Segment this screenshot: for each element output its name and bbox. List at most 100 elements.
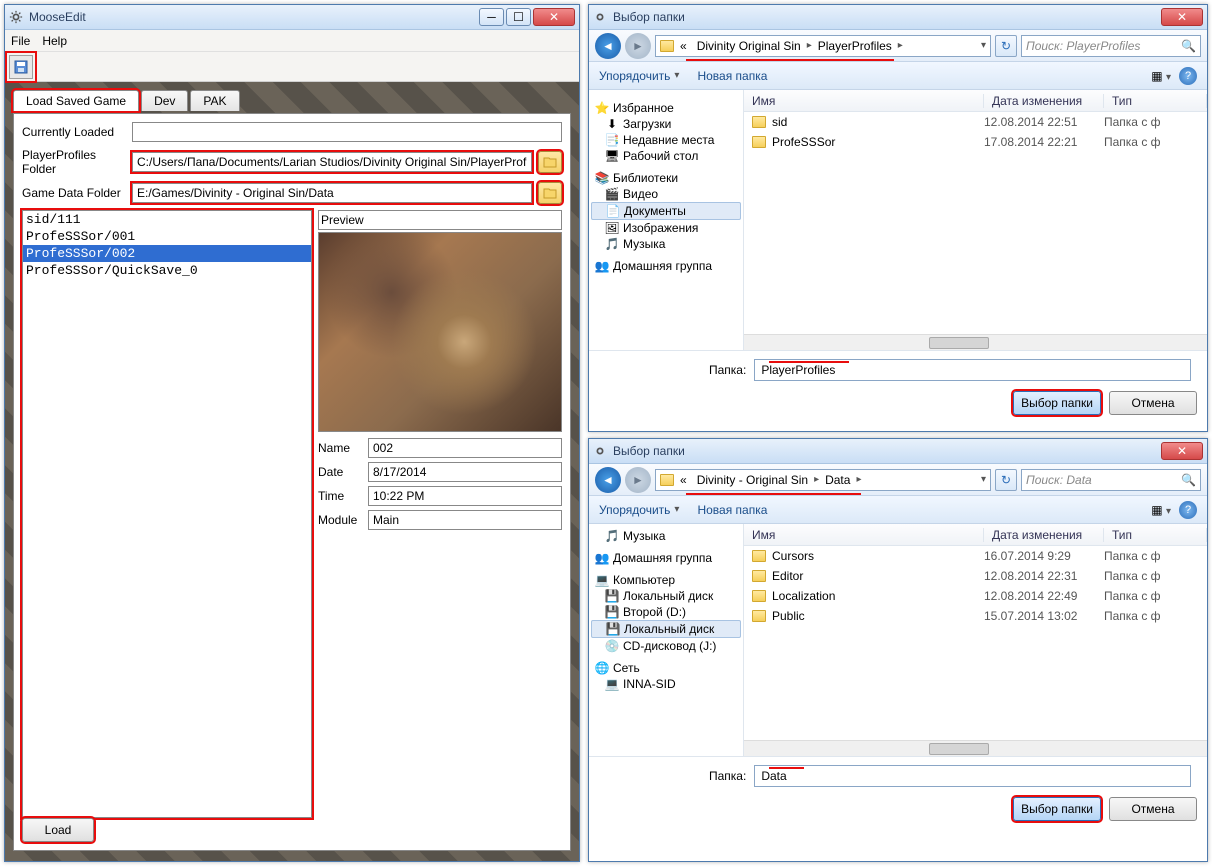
help-button[interactable]: ? [1179,67,1197,85]
horizontal-scrollbar[interactable] [744,334,1207,350]
save-list-item[interactable]: ProfeSSSor/001 [23,228,311,245]
currently-loaded-input[interactable] [132,122,562,142]
refresh-button[interactable]: ↻ [995,469,1017,491]
tree-downloads[interactable]: Загрузки [623,117,671,131]
detail-time-input[interactable] [368,486,562,506]
tree-video[interactable]: Видео [623,187,658,201]
tree-network[interactable]: Сеть [613,661,640,675]
dialog2-tree[interactable]: 🎵Музыка 👥Домашняя группа 💻Компьютер 💾Лок… [589,524,744,756]
back-button[interactable]: ◄ [595,33,621,59]
tree-images[interactable]: Изображения [623,221,698,235]
detail-name-input[interactable] [368,438,562,458]
tree-localdisk2[interactable]: Локальный диск [624,622,714,636]
save-list-item[interactable]: sid/111 [23,211,311,228]
list-item[interactable]: Editor12.08.2014 22:31Папка с ф [744,566,1207,586]
tab-pak[interactable]: PAK [190,90,239,111]
tree-homegroup[interactable]: Домашняя группа [613,259,712,273]
computer-icon: 💻 [595,573,609,587]
organize-button[interactable]: Упорядочить ▾ [599,69,679,83]
forward-button[interactable]: ► [625,33,651,59]
select-folder-button[interactable]: Выбор папки [1013,391,1101,415]
new-folder-button[interactable]: Новая папка [697,503,767,517]
browse-game-data-button[interactable] [538,182,562,204]
folder-input[interactable] [754,765,1191,787]
chevron-down-icon[interactable]: ▾ [981,40,986,51]
dialog1-search[interactable]: Поиск: PlayerProfiles🔍 [1021,35,1201,57]
bc-seg2[interactable]: PlayerProfiles [814,39,896,53]
list-item[interactable]: Public15.07.2014 13:02Папка с ф [744,606,1207,626]
tree-cd[interactable]: CD-дисковод (J:) [623,639,716,653]
col-type[interactable]: Тип [1104,528,1207,542]
close-button[interactable]: ✕ [533,8,575,26]
tree-libraries[interactable]: Библиотеки [613,171,678,185]
col-date[interactable]: Дата изменения [984,528,1104,542]
minimize-button[interactable]: ─ [479,8,504,26]
new-folder-button[interactable]: Новая папка [697,69,767,83]
chevron-down-icon[interactable]: ▾ [981,474,986,485]
bc-root[interactable]: « [676,473,691,487]
cancel-button[interactable]: Отмена [1109,797,1197,821]
save-list[interactable]: sid/111ProfeSSSor/001ProfeSSSor/002Profe… [22,210,312,818]
back-button[interactable]: ◄ [595,467,621,493]
tree-homegroup[interactable]: Домашняя группа [613,551,712,565]
refresh-button[interactable]: ↻ [995,35,1017,57]
folder-icon [752,136,766,148]
browse-player-profiles-button[interactable] [538,151,562,173]
bc-seg1[interactable]: Divinity - Original Sin [693,473,812,487]
forward-button[interactable]: ► [625,467,651,493]
col-name[interactable]: Имя [744,94,984,108]
tree-desktop[interactable]: Рабочий стол [623,149,698,163]
tab-load-saved-game[interactable]: Load Saved Game [13,90,139,111]
detail-module-input[interactable] [368,510,562,530]
dialog2-close-button[interactable]: ✕ [1161,442,1203,460]
detail-date-input[interactable] [368,462,562,482]
tree-inna-sid[interactable]: INNA-SID [623,677,676,691]
save-list-item[interactable]: ProfeSSSor/QuickSave_0 [23,262,311,279]
dialog1-close-button[interactable]: ✕ [1161,8,1203,26]
bc-seg2[interactable]: Data [821,473,854,487]
dialog2-search[interactable]: Поиск: Data🔍 [1021,469,1201,491]
load-button[interactable]: Load [22,818,94,842]
folder-label: Папка: [709,363,746,377]
tree-computer[interactable]: Компьютер [613,573,675,587]
col-type[interactable]: Тип [1104,94,1207,108]
view-button[interactable]: ▦ ▾ [1151,503,1171,517]
player-profiles-input[interactable] [132,152,532,172]
menu-help[interactable]: Help [42,34,67,48]
save-button[interactable] [9,55,33,79]
tree-documents[interactable]: Документы [624,204,686,218]
mooseedit-window: MooseEdit ─ ☐ ✕ File Help Load Saved Gam… [4,4,580,862]
dialog2-breadcrumb[interactable]: « Divinity - Original Sin▸ Data▸ ▾ [655,469,991,491]
cancel-button[interactable]: Отмена [1109,391,1197,415]
select-folder-button[interactable]: Выбор папки [1013,797,1101,821]
dialog1-breadcrumb[interactable]: « Divinity Original Sin▸ PlayerProfiles▸… [655,35,991,57]
col-date[interactable]: Дата изменения [984,94,1104,108]
list-item[interactable]: Localization12.08.2014 22:49Папка с ф [744,586,1207,606]
tree-favorites[interactable]: Избранное [613,101,674,115]
game-data-input[interactable] [132,183,532,203]
bc-seg1[interactable]: Divinity Original Sin [693,39,805,53]
tree-second-d[interactable]: Второй (D:) [623,605,686,619]
list-item[interactable]: ProfeSSSor17.08.2014 22:21Папка с ф [744,132,1207,152]
tree-localdisk[interactable]: Локальный диск [623,589,713,603]
maximize-button[interactable]: ☐ [506,8,531,26]
dialog2-items[interactable]: Cursors16.07.2014 9:29Папка с фEditor12.… [744,546,1207,740]
tab-dev[interactable]: Dev [141,90,188,111]
network-icon: 🌐 [595,661,609,675]
bc-root[interactable]: « [676,39,691,53]
help-button[interactable]: ? [1179,501,1197,519]
col-name[interactable]: Имя [744,528,984,542]
dialog1-items[interactable]: sid12.08.2014 22:51Папка с фProfeSSSor17… [744,112,1207,334]
list-item[interactable]: Cursors16.07.2014 9:29Папка с ф [744,546,1207,566]
tree-music[interactable]: Музыка [623,237,665,251]
tree-music[interactable]: Музыка [623,529,665,543]
organize-button[interactable]: Упорядочить ▾ [599,503,679,517]
save-list-item[interactable]: ProfeSSSor/002 [23,245,311,262]
view-button[interactable]: ▦ ▾ [1151,69,1171,83]
menu-file[interactable]: File [11,34,30,48]
dialog1-tree[interactable]: ⭐Избранное ⬇Загрузки 📑Недавние места 🖥Ра… [589,90,744,350]
list-item[interactable]: sid12.08.2014 22:51Папка с ф [744,112,1207,132]
search-icon: 🔍 [1181,473,1196,487]
horizontal-scrollbar[interactable] [744,740,1207,756]
tree-recent[interactable]: Недавние места [623,133,714,147]
